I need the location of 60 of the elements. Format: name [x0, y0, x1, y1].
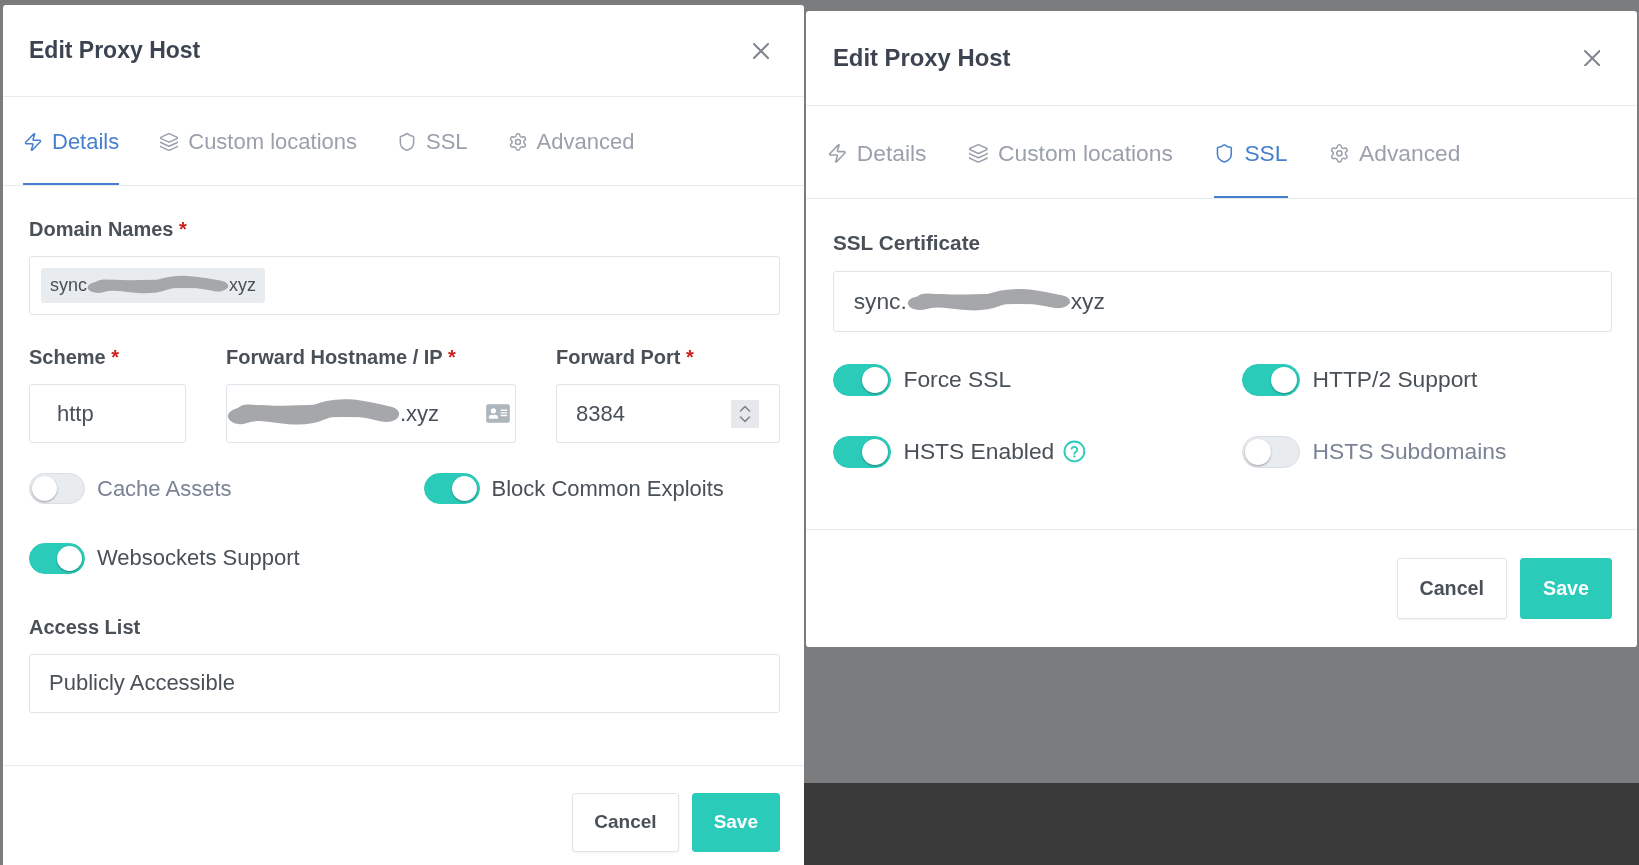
field-label: Scheme *: [29, 345, 121, 369]
lightning-icon: [23, 132, 43, 152]
save-button[interactable]: Save: [1520, 557, 1612, 620]
tab[interactable]: Details: [826, 106, 927, 198]
tab[interactable]: Advanced: [1328, 106, 1461, 198]
select-field[interactable]: sync. xyz: [832, 271, 1612, 333]
dialog-title: Edit Proxy Host: [832, 44, 1011, 73]
gear-icon: [1328, 142, 1350, 164]
toggle-switch[interactable]: [1242, 363, 1301, 396]
hostname-field[interactable]: .xyz: [226, 384, 516, 443]
close-button[interactable]: [753, 42, 769, 59]
lightning-icon: [826, 142, 848, 164]
select-field[interactable]: http: [29, 384, 186, 443]
field-label: SSL Certificate: [832, 230, 982, 256]
toggle-switch[interactable]: [29, 473, 85, 504]
cancel-button[interactable]: Cancel: [1396, 557, 1507, 620]
id-card-icon: [486, 403, 510, 424]
tab[interactable]: Details: [23, 97, 120, 185]
close-button[interactable]: [1583, 49, 1601, 67]
value-text: xyz: [1070, 288, 1105, 316]
toggle-label: HSTS Subdomains: [1312, 438, 1507, 466]
select-field[interactable]: Publicly Accessible: [29, 653, 780, 713]
toggle-switch[interactable]: [1242, 435, 1301, 468]
field-label: Domain Names *: [29, 217, 188, 241]
tab[interactable]: SSL: [397, 97, 468, 185]
number-field[interactable]: 8384: [556, 384, 780, 443]
value-text: sync.: [853, 288, 907, 316]
dialog-title: Edit Proxy Host: [29, 37, 201, 64]
toggle-label: Block Common Exploits: [491, 475, 724, 502]
toggle-switch[interactable]: [832, 363, 891, 396]
cancel-button[interactable]: Cancel: [572, 792, 679, 852]
toggle-label: Force SSL: [903, 366, 1012, 394]
toggle-label: HSTS Enabled: [903, 438, 1055, 466]
toggle-switch[interactable]: [832, 435, 891, 468]
tab[interactable]: SSL: [1214, 106, 1288, 198]
toggle-label: Cache Assets: [97, 475, 232, 502]
value-text: xyz: [229, 275, 256, 296]
value-text: sync: [50, 275, 87, 296]
field-label: Access List: [29, 614, 142, 639]
field-label: Forward Hostname / IP *: [226, 345, 457, 369]
toggle-label: HTTP/2 Support: [1312, 366, 1478, 394]
tag-input-field[interactable]: sync xyz: [29, 256, 780, 315]
tab[interactable]: Advanced: [507, 97, 635, 185]
tab[interactable]: Custom locations: [159, 97, 357, 185]
close-icon: [753, 42, 769, 59]
save-button[interactable]: Save: [691, 792, 780, 852]
domain-tag[interactable]: sync xyz: [41, 268, 265, 303]
toggle-switch[interactable]: [29, 542, 85, 574]
stepper-icon[interactable]: [731, 399, 759, 428]
toggle-switch[interactable]: [423, 473, 480, 504]
layers-icon: [967, 142, 989, 164]
toggle-label: Websockets Support: [97, 545, 300, 571]
tab[interactable]: Custom locations: [967, 106, 1173, 198]
value-text: .xyz: [400, 400, 440, 427]
close-icon: [1583, 49, 1601, 67]
field-label: Forward Port *: [556, 345, 695, 369]
layers-icon: [159, 132, 180, 152]
shield-icon: [397, 132, 417, 152]
gear-icon: [507, 132, 528, 152]
help-icon[interactable]: [1062, 440, 1086, 464]
